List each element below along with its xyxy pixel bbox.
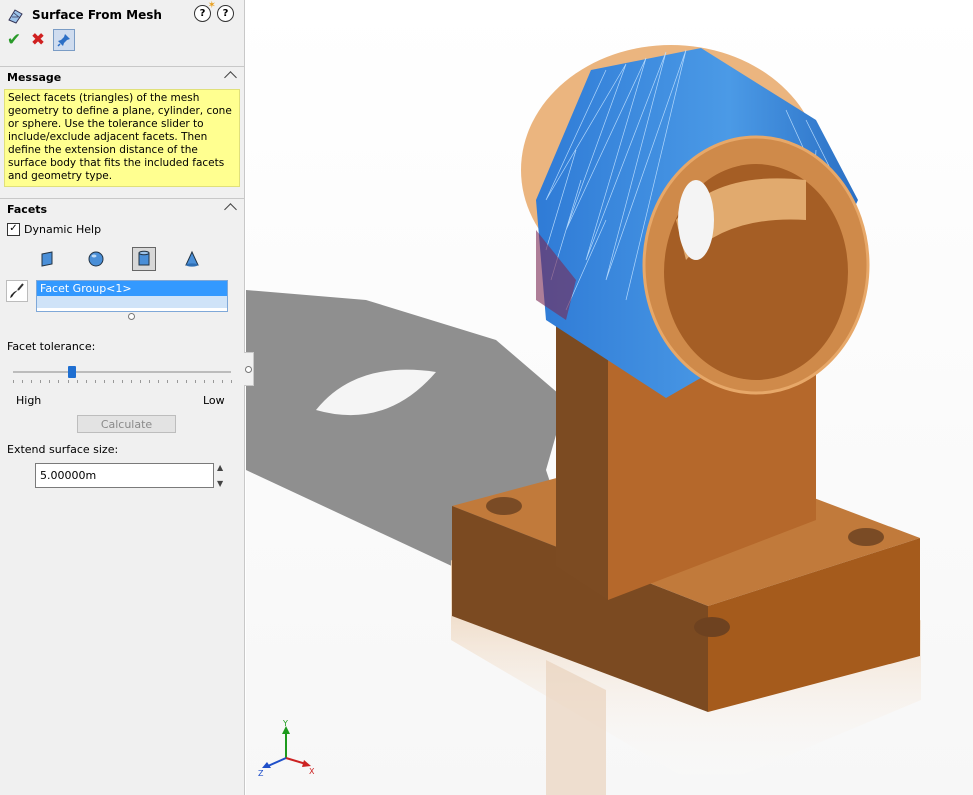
extend-surface-label: Extend surface size: [7, 443, 119, 456]
axis-y-label: Y [282, 720, 288, 728]
checkbox-box[interactable]: ✓ [7, 223, 20, 236]
tolerance-slider-track[interactable] [13, 371, 231, 373]
slider-tick [40, 380, 42, 383]
surface-mesh-icon [8, 9, 23, 24]
low-label: Low [203, 394, 225, 407]
slider-tick [140, 380, 142, 383]
slider-tick [22, 380, 24, 383]
slider-tick [176, 380, 178, 383]
facets-header-label: Facets [7, 203, 48, 216]
spin-up-icon[interactable]: ▲ [217, 463, 229, 472]
message-section-header[interactable]: Message [0, 66, 244, 88]
cone-icon [185, 250, 199, 267]
panel-header: Surface From Mesh [6, 4, 162, 26]
slider-tick [231, 380, 232, 383]
cancel-icon: ✖ [30, 30, 46, 50]
paint-brush-icon [10, 283, 24, 298]
slider-tick [203, 380, 205, 383]
message-header-label: Message [7, 71, 62, 84]
model-view[interactable] [246, 0, 973, 795]
graphics-viewport[interactable]: Y X Z [246, 0, 973, 795]
slider-tick [131, 380, 133, 383]
facet-group-item[interactable]: Facet Group<1> [37, 281, 227, 296]
cylinder-type-button[interactable] [132, 247, 156, 271]
cone-type-button[interactable] [180, 247, 204, 271]
facet-brush-button[interactable] [6, 280, 28, 302]
slider-tick [158, 380, 160, 383]
plane-type-button[interactable] [35, 247, 59, 271]
calculate-button[interactable]: Calculate [77, 415, 176, 433]
panel-collapse-handle[interactable] [244, 352, 254, 386]
spin-down-icon[interactable]: ▼ [217, 479, 229, 488]
slider-tick [167, 380, 169, 383]
cancel-button[interactable]: ✖ [29, 30, 47, 50]
base-hole [486, 497, 522, 515]
slider-tick [194, 380, 196, 383]
axis-z-label: Z [258, 769, 264, 778]
base-hole [694, 617, 730, 637]
help-icon[interactable]: ? [217, 5, 234, 22]
checkmark-icon: ✔ [6, 30, 22, 50]
facet-tolerance-label: Facet tolerance: [7, 340, 96, 353]
slider-tick [58, 380, 60, 383]
ok-button[interactable]: ✔ [5, 30, 23, 50]
slider-tick [85, 380, 87, 383]
sphere-type-button[interactable] [84, 247, 108, 271]
axis-x-label: X [309, 767, 315, 776]
extend-surface-spinner[interactable]: ▲ ▼ [217, 463, 229, 488]
slider-tick [221, 380, 223, 383]
slider-tick [67, 380, 69, 383]
axis-triad: Y X Z [258, 720, 315, 778]
collapse-caret-icon[interactable] [224, 71, 237, 84]
slider-tick [13, 380, 14, 383]
sphere-icon [88, 251, 104, 267]
slider-tick [149, 380, 151, 383]
slider-tick [212, 380, 214, 383]
pushpin-button[interactable] [53, 29, 75, 51]
list-resize-handle[interactable] [128, 313, 135, 320]
slider-tick [103, 380, 105, 383]
slider-tick [31, 380, 33, 383]
slider-tick [122, 380, 123, 383]
panel-title: Surface From Mesh [32, 8, 162, 22]
extend-surface-input[interactable]: 5.00000m [35, 463, 214, 488]
plane-icon [41, 251, 53, 267]
cylinder-icon [138, 250, 150, 266]
facet-list-empty-row[interactable] [37, 296, 227, 308]
message-box: Select facets (triangles) of the mesh ge… [4, 89, 240, 187]
slider-tick [49, 380, 51, 383]
facets-section-header[interactable]: Facets [0, 198, 244, 220]
property-manager-panel: Surface From Mesh ? ✶ ? ✔ ✖ Message Selec… [0, 0, 245, 795]
slider-tick [94, 380, 96, 383]
dynamic-help-label: Dynamic Help [24, 223, 102, 236]
slider-tick [76, 380, 78, 383]
facet-selection-list[interactable]: Facet Group<1> [36, 280, 228, 312]
collapse-caret-icon[interactable] [224, 203, 237, 216]
pushpin-icon [57, 34, 70, 47]
slider-tick [185, 380, 187, 383]
base-hole [848, 528, 884, 546]
dynamic-help-checkbox[interactable]: ✓ Dynamic Help [7, 223, 101, 236]
ring-bore-opening [678, 180, 714, 260]
slider-tick [112, 380, 114, 383]
high-label: High [16, 394, 42, 407]
tolerance-slider-thumb[interactable] [67, 366, 76, 378]
whats-new-icon[interactable]: ? ✶ [194, 0, 216, 22]
